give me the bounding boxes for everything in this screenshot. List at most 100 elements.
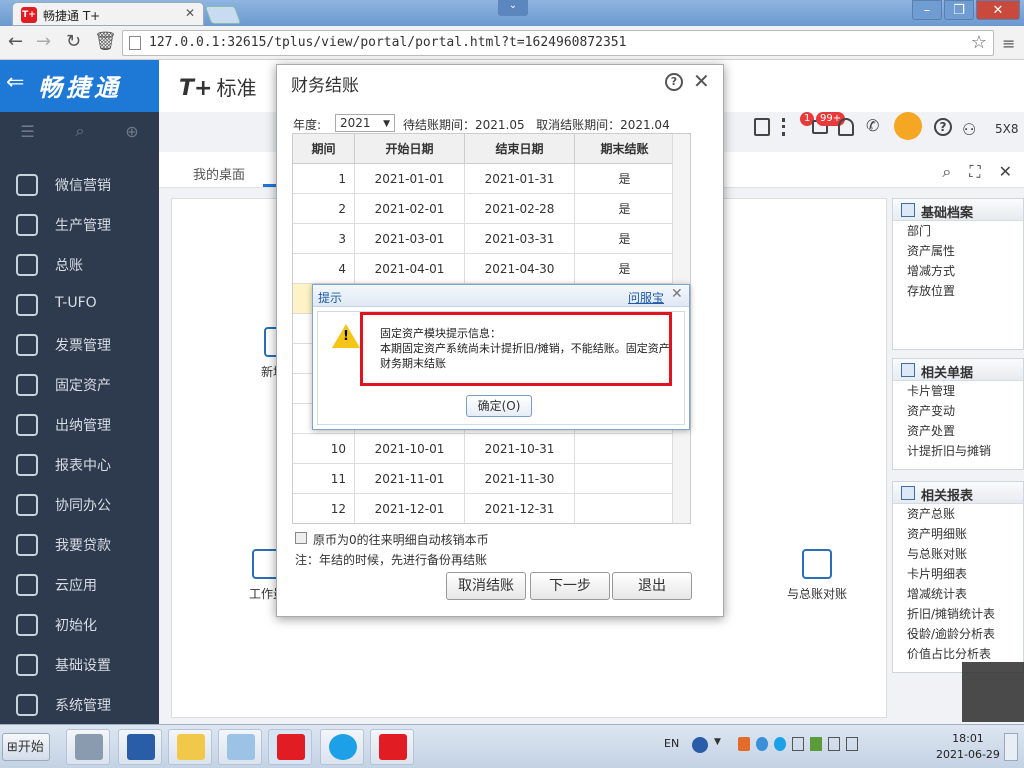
close-window-button[interactable]: ✕ xyxy=(976,0,1020,20)
help-tray-icon[interactable] xyxy=(692,737,708,753)
task-list-icon[interactable] xyxy=(782,118,800,136)
sidebar-item[interactable]: 发票管理 xyxy=(0,324,159,364)
table-row[interactable]: 10 2021-10-01 2021-10-31 xyxy=(293,434,675,464)
help-icon[interactable]: ? xyxy=(665,73,683,91)
sidebar-item[interactable]: 初始化 xyxy=(0,604,159,644)
tab-close-icon[interactable]: ✕ xyxy=(185,6,195,20)
tray-expand-icon[interactable]: ▼ xyxy=(714,737,721,747)
auto-writeoff-checkbox[interactable] xyxy=(295,532,307,544)
panel-link[interactable]: 增减方式 xyxy=(893,261,1023,281)
panel-link[interactable]: 与总账对账 xyxy=(893,544,1023,564)
panel-link[interactable]: 资产变动 xyxy=(893,401,1023,421)
minimize-button[interactable]: – xyxy=(912,0,942,20)
bookmark-star-icon[interactable]: ☆ xyxy=(971,32,987,53)
trash-icon[interactable]: 🗑 xyxy=(94,31,117,52)
ie-tray-icon[interactable] xyxy=(773,737,786,751)
search-icon[interactable]: ⌕ xyxy=(942,162,951,182)
add-icon[interactable]: ⊕ xyxy=(125,122,138,141)
next-step-button[interactable]: 下一步 xyxy=(530,572,610,600)
sidebar-item[interactable]: 微信营销 xyxy=(0,164,159,204)
clipboard-icon[interactable] xyxy=(754,118,770,136)
panel-link[interactable]: 资产处置 xyxy=(893,421,1023,441)
browser-tab[interactable]: T+ 畅捷通 T+ ✕ xyxy=(12,2,204,26)
sidebar-item[interactable]: T-UFO xyxy=(0,284,159,324)
language-indicator[interactable]: EN xyxy=(664,737,679,750)
table-row[interactable]: 4 2021-04-01 2021-04-30 是 xyxy=(293,254,675,284)
taskbar-app-tplus-2[interactable] xyxy=(370,729,414,765)
exit-button[interactable]: 退出 xyxy=(612,572,692,600)
panel-link[interactable]: 折旧/摊销统计表 xyxy=(893,604,1023,624)
year-select[interactable]: 2021 ▼ xyxy=(335,114,395,132)
flag-icon[interactable] xyxy=(791,737,804,751)
taskbar-app-ie[interactable] xyxy=(320,729,364,765)
tile-reconcile-ledger[interactable]: 与总账对账 xyxy=(772,549,862,602)
tab-my-desktop[interactable]: 我的桌面 xyxy=(193,164,245,183)
panel-link[interactable]: 役龄/逾龄分析表 xyxy=(893,624,1023,644)
menu-icon[interactable]: ☰ xyxy=(20,122,34,141)
status-tray-icon[interactable] xyxy=(809,737,822,751)
start-button[interactable]: ⊞开始 xyxy=(2,733,50,761)
panel-link[interactable]: 部门 xyxy=(893,221,1023,241)
help-icon[interactable]: ? xyxy=(934,118,952,136)
taskbar-app-explorer[interactable] xyxy=(168,729,212,765)
taskbar-app-tplus-1[interactable] xyxy=(268,729,312,765)
close-icon[interactable]: ✕ xyxy=(999,162,1012,182)
fullscreen-icon[interactable]: ⛶ xyxy=(969,162,980,182)
restore-button[interactable]: ❐ xyxy=(944,0,974,20)
address-bar[interactable]: 127.0.0.1:32615/tplus/view/portal/portal… xyxy=(122,30,994,56)
taskbar-app-powershell[interactable] xyxy=(118,729,162,765)
col-start: 开始日期 xyxy=(355,134,465,163)
taskbar-app-notepad[interactable] xyxy=(218,729,262,765)
panel-link[interactable]: 资产属性 xyxy=(893,241,1023,261)
panel-link[interactable]: 计提折旧与摊销 xyxy=(893,441,1023,461)
sidebar-item[interactable]: 我要贷款 xyxy=(0,524,159,564)
panel-title: 相关报表 xyxy=(921,489,974,504)
chevron-down-icon[interactable]: ⌄ xyxy=(498,0,528,16)
sidebar-item[interactable]: 出纳管理 xyxy=(0,404,159,444)
reload-icon[interactable]: ↻ xyxy=(66,31,81,52)
ok-button[interactable]: 确定(O) xyxy=(466,395,532,417)
browser-menu-icon[interactable]: ≡ xyxy=(1002,34,1015,53)
close-icon[interactable]: ✕ xyxy=(693,69,710,93)
panel-link[interactable]: 价值占比分析表 xyxy=(893,644,1023,664)
floating-widget[interactable] xyxy=(962,662,1024,722)
bell-icon[interactable] xyxy=(838,118,854,136)
search-icon[interactable]: ⌕ xyxy=(75,121,84,141)
user-icon[interactable]: ⚇ xyxy=(962,120,976,139)
panel-link[interactable]: 增减统计表 xyxy=(893,584,1023,604)
avatar[interactable] xyxy=(894,112,922,140)
taskbar-app-computer[interactable] xyxy=(66,729,110,765)
sidebar-item[interactable]: 云应用 xyxy=(0,564,159,604)
volume-icon[interactable] xyxy=(827,737,840,751)
show-desktop-button[interactable] xyxy=(1004,733,1018,761)
panel-link[interactable]: 资产明细账 xyxy=(893,524,1023,544)
sidebar-item[interactable]: 生产管理 xyxy=(0,204,159,244)
sidebar-item[interactable]: 报表中心 xyxy=(0,444,159,484)
back-arrow-icon[interactable]: ⇐ xyxy=(6,70,24,95)
sidebar-item[interactable]: 基础设置 xyxy=(0,644,159,684)
panel-link[interactable]: 卡片管理 xyxy=(893,381,1023,401)
table-row[interactable]: 1 2021-01-01 2021-01-31 是 xyxy=(293,164,675,194)
table-row[interactable]: 3 2021-03-01 2021-03-31 是 xyxy=(293,224,675,254)
help-service-link[interactable]: 问服宝 xyxy=(628,289,664,306)
forward-icon[interactable]: → xyxy=(36,31,51,52)
cancel-close-button[interactable]: 取消结账 xyxy=(446,572,526,600)
network-tray-icon[interactable] xyxy=(755,737,768,751)
clock[interactable]: 18:01 2021-06-29 xyxy=(936,731,1000,763)
sidebar-item[interactable]: 协同办公 xyxy=(0,484,159,524)
sidebar-item[interactable]: 系统管理 xyxy=(0,684,159,724)
display-tray-icon[interactable] xyxy=(845,737,859,751)
panel-link[interactable]: 卡片明细表 xyxy=(893,564,1023,584)
panel-link[interactable]: 资产总账 xyxy=(893,504,1023,524)
sidebar-item[interactable]: 固定资产 xyxy=(0,364,159,404)
close-icon[interactable]: ✕ xyxy=(671,286,683,302)
new-tab-button[interactable] xyxy=(204,6,242,24)
table-row[interactable]: 2 2021-02-01 2021-02-28 是 xyxy=(293,194,675,224)
table-row[interactable]: 12 2021-12-01 2021-12-31 xyxy=(293,494,675,523)
phone-icon[interactable]: ✆ xyxy=(866,116,879,135)
table-row[interactable]: 11 2021-11-01 2021-11-30 xyxy=(293,464,675,494)
panel-link[interactable]: 存放位置 xyxy=(893,281,1023,301)
app-tray-icon[interactable] xyxy=(738,737,750,751)
sidebar-item[interactable]: 总账 xyxy=(0,244,159,284)
back-icon[interactable]: ← xyxy=(8,31,23,52)
